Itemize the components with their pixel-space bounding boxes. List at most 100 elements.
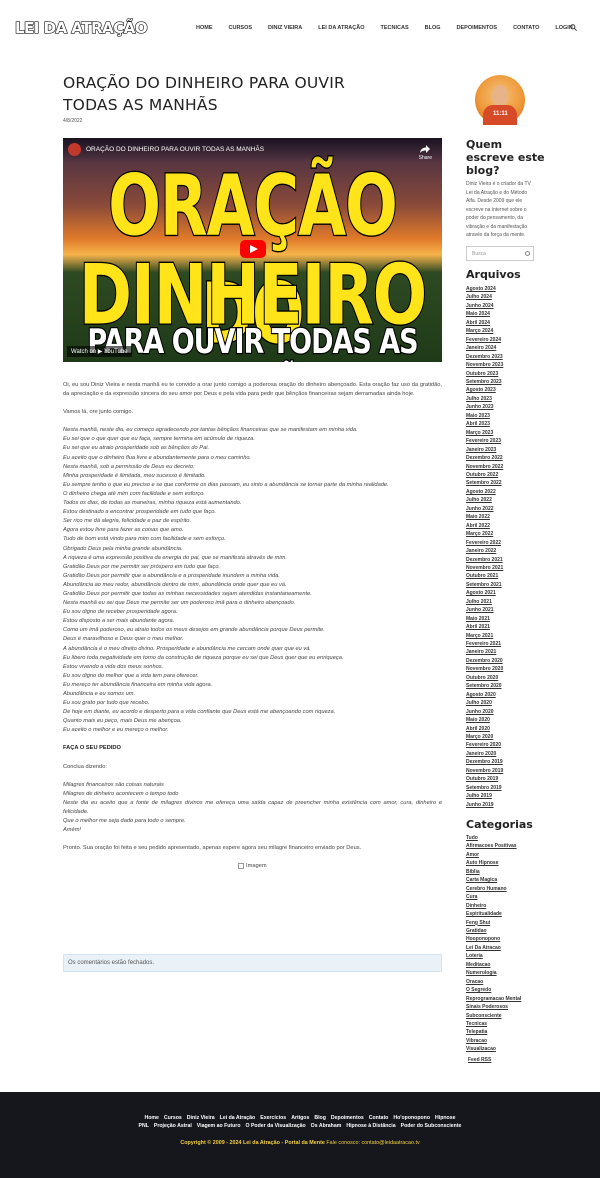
archive-link[interactable]: Março 2024 [466,327,503,335]
archive-link[interactable]: Junho 2022 [466,505,503,513]
archive-link[interactable]: Outubro 2021 [466,572,503,580]
archive-link[interactable]: Setembro 2019 [466,784,503,792]
feed-rss-link[interactable]: Feed RSS [468,1056,491,1064]
archive-link[interactable]: Junho 2024 [466,302,503,310]
archive-link[interactable]: Março 2023 [466,429,503,437]
archive-link[interactable]: Setembro 2021 [466,581,503,589]
archive-link[interactable]: Março 2022 [466,530,503,538]
archive-link[interactable]: Julho 2019 [466,792,503,800]
youtube-video-embed[interactable]: ORAÇÃO DO DINHEIRO PARA OUVIR TODAS AS M… [63,138,442,362]
archive-link[interactable]: Dezembro 2020 [466,657,503,665]
footer-link[interactable]: Home [145,1115,159,1121]
footer-link[interactable]: Artigos [291,1115,309,1121]
nav-depoimentos[interactable]: DEPOIMENTOS [457,25,498,31]
search-icon[interactable] [570,24,577,31]
archive-link[interactable]: Agosto 2024 [466,285,503,293]
archive-link[interactable]: Fevereiro 2021 [466,640,503,648]
footer-link[interactable]: Cursos [164,1115,182,1121]
category-link[interactable]: O Segredo [466,986,521,994]
site-logo[interactable]: LEI DA ATRAÇÃO [14,18,148,37]
archive-link[interactable]: Setembro 2022 [466,479,503,487]
category-link[interactable]: Afirmacoes Positivas [466,842,521,850]
archive-link[interactable]: Março 2020 [466,733,503,741]
archive-link[interactable]: Julho 2020 [466,699,503,707]
archive-link[interactable]: Setembro 2020 [466,682,503,690]
category-link[interactable]: Subconsciente [466,1012,521,1020]
category-link[interactable]: Biblia [466,868,521,876]
archive-link[interactable]: Maio 2020 [466,716,503,724]
category-link[interactable]: Oracao [466,978,521,986]
search-icon[interactable] [525,251,530,256]
archive-link[interactable]: Fevereiro 2023 [466,437,503,445]
footer-link[interactable]: O Poder da Visualização [246,1123,306,1129]
archive-link[interactable]: Setembro 2023 [466,378,503,386]
archive-link[interactable]: Agosto 2022 [466,488,503,496]
archive-link[interactable]: Dezembro 2022 [466,454,503,462]
category-link[interactable]: Telepatia [466,1028,521,1036]
archive-link[interactable]: Julho 2024 [466,293,503,301]
footer-link[interactable]: Contato [369,1115,389,1121]
archive-link[interactable]: Outubro 2023 [466,370,503,378]
archive-link[interactable]: Março 2021 [466,632,503,640]
footer-link[interactable]: Exercícios [260,1115,286,1121]
archive-link[interactable]: Dezembro 2023 [466,353,503,361]
nav-blog[interactable]: BLOG [425,25,441,31]
category-link[interactable]: Feng Shui [466,919,521,927]
archive-link[interactable]: Fevereiro 2022 [466,539,503,547]
archive-link[interactable]: Fevereiro 2024 [466,336,503,344]
footer-link[interactable]: Ho'oponopono [393,1115,430,1121]
archive-link[interactable]: Novembro 2022 [466,463,503,471]
archive-link[interactable]: Junho 2020 [466,708,503,716]
footer-link[interactable]: Os Abraham [311,1123,342,1129]
archive-link[interactable]: Outubro 2019 [466,775,503,783]
footer-link[interactable]: Viagem ao Futuro [197,1123,241,1129]
archive-link[interactable]: Agosto 2023 [466,386,503,394]
archive-link[interactable]: Novembro 2020 [466,665,503,673]
share-button[interactable]: Share [419,145,432,161]
footer-link[interactable]: Hipnose à Distância [346,1123,395,1129]
category-link[interactable]: Reprogramacao Mental [466,995,521,1003]
category-link[interactable]: Meditacao [466,961,521,969]
archive-link[interactable]: Novembro 2021 [466,564,503,572]
category-link[interactable]: Lei Da Atracao [466,944,521,952]
nav-contato[interactable]: CONTATO [513,25,539,31]
archive-link[interactable]: Maio 2024 [466,310,503,318]
video-title[interactable]: ORAÇÃO DO DINHEIRO PARA OUVIR TODAS AS M… [86,146,264,153]
archive-link[interactable]: Outubro 2020 [466,674,503,682]
archive-link[interactable]: Janeiro 2020 [466,750,503,758]
archive-link[interactable]: Abril 2020 [466,725,503,733]
archive-link[interactable]: Julho 2022 [466,496,503,504]
archive-link[interactable]: Junho 2023 [466,403,503,411]
category-link[interactable]: Sinais Poderosos [466,1003,521,1011]
contact-text[interactable]: Fale conosco: contato@leidaatracao.tv [326,1140,419,1146]
category-link[interactable]: Gratidao [466,927,521,935]
archive-link[interactable]: Abril 2023 [466,420,503,428]
footer-link[interactable]: Hipnose [435,1115,455,1121]
category-link[interactable]: Espiritualidade [466,910,521,918]
category-link[interactable]: Auto Hipnose [466,859,521,867]
category-link[interactable]: Cerebro Humano [466,885,521,893]
archive-link[interactable]: Janeiro 2021 [466,648,503,656]
nav-cursos[interactable]: CURSOS [229,25,253,31]
archive-link[interactable]: Novembro 2023 [466,361,503,369]
archive-link[interactable]: Julho 2021 [466,598,503,606]
archive-link[interactable]: Maio 2022 [466,513,503,521]
category-link[interactable]: Vibracao [466,1037,521,1045]
nav-diniz-vieira[interactable]: DINIZ VIEIRA [268,25,302,31]
archive-link[interactable]: Abril 2024 [466,319,503,327]
footer-link[interactable]: Poder do Subconsciente [401,1123,462,1129]
nav-tecnicas[interactable]: TECNICAS [381,25,409,31]
archive-link[interactable]: Junho 2019 [466,801,503,809]
footer-link[interactable]: Projeção Astral [154,1123,192,1129]
category-link[interactable]: Carta Magica [466,876,521,884]
play-button[interactable] [240,240,266,258]
archive-link[interactable]: Maio 2021 [466,615,503,623]
archive-link[interactable]: Maio 2023 [466,412,503,420]
footer-link[interactable]: Diniz Vieira [187,1115,215,1121]
archive-link[interactable]: Fevereiro 2020 [466,741,503,749]
archive-link[interactable]: Outubro 2022 [466,471,503,479]
footer-link[interactable]: PNL [139,1123,149,1129]
category-link[interactable]: Visualizacao [466,1045,521,1053]
archive-link[interactable]: Agosto 2020 [466,691,503,699]
archive-link[interactable]: Junho 2021 [466,606,503,614]
